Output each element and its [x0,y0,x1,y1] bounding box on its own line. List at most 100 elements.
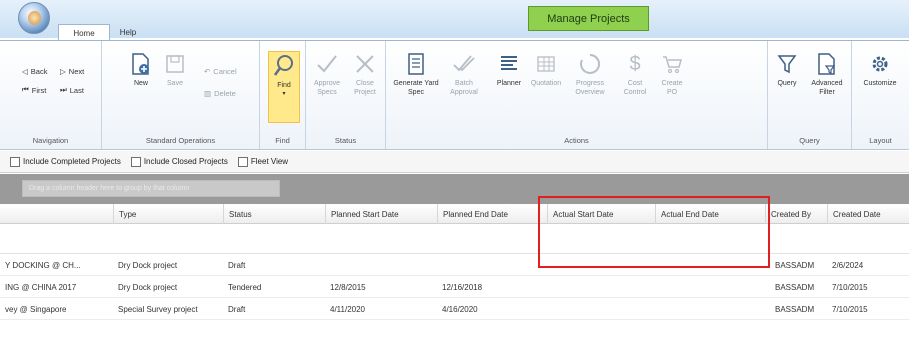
first-icon: ⏮ [22,85,29,94]
table-row[interactable]: ING @ CHINA 2017 Dry Dock project Tender… [0,276,909,298]
cell-created-by: BASSADM [775,304,815,314]
cell-actual-end [655,298,765,320]
status-group-label: Status [334,136,357,145]
fleet-view-checkbox[interactable] [237,156,248,167]
table-row[interactable]: vey @ Singapore Special Survey project D… [0,298,909,320]
cell-planned-start [325,254,437,276]
filter-row[interactable] [0,224,909,254]
standard-operations-group: New Save ↶ Cancel ▥ Delete Standard Operat… [102,41,260,149]
tab-home[interactable]: Home [58,24,110,41]
cell-status: Draft [228,260,246,270]
column-header-status[interactable]: Status [223,204,325,224]
delete-button[interactable]: ▥ Delete [204,89,236,98]
title-bar: Manage Projects Home Help [0,0,909,41]
save-icon [162,51,188,77]
last-button[interactable]: ⏭ Last [60,85,84,95]
cell-created-by: BASSADM [775,260,815,270]
batch-approval-button[interactable]: Batch Approval [444,51,484,97]
save-button[interactable]: Save [162,51,188,88]
layout-group: Customize Layout [852,41,909,149]
first-button[interactable]: ⏮ First [22,85,46,95]
gear-icon [867,51,893,77]
include-completed-option[interactable]: Include Completed Projects [10,156,121,167]
magnifier-icon [271,53,297,79]
cart-icon [659,51,685,77]
cell-planned-end [437,254,547,276]
planner-icon [496,51,522,77]
checkmark-icon [314,51,340,77]
actions-group: Generate Yard Spec Batch Approval Planne… [386,41,768,149]
cell-actual-end [655,276,765,298]
create-po-button[interactable]: Create PO [656,51,688,97]
options-bar: Include Completed Projects Include Close… [0,151,909,173]
chevron-down-icon: ▾ [282,91,286,97]
cell-name: Y DOCKING @ CH... [5,260,81,270]
tab-help[interactable]: Help [116,24,140,40]
window-title: Manage Projects [528,6,649,31]
generate-yard-spec-button[interactable]: Generate Yard Spec [392,51,440,97]
cell-created-date: 7/10/2015 [832,304,868,314]
cell-status: Draft [228,304,246,314]
cell-actual-start [547,276,655,298]
cell-created-by: BASSADM [775,282,815,292]
progress-overview-button[interactable]: Progress Overview [570,51,610,97]
planner-button[interactable]: Planner [494,51,524,88]
column-header-type[interactable]: Type [113,204,223,224]
cell-type: Dry Dock project [118,260,178,270]
progress-icon [577,51,603,77]
back-icon: ◁ [22,67,28,76]
cell-type: Special Survey project [118,304,198,314]
customize-button[interactable]: Customize [858,51,902,88]
advanced-filter-button[interactable]: Advanced Filter [806,51,848,97]
ribbon: ◁ Back ▷ Next ⏮ First ⏭ Last Navigation New … [0,40,909,150]
cell-planned-end: 12/16/2018 [442,282,483,292]
layout-group-label: Layout [869,136,892,145]
navigation-group-label: Navigation [32,136,69,145]
standard-operations-label: Standard Operations [145,136,216,145]
quotation-grid-icon [533,51,559,77]
cell-planned-start: 4/11/2020 [330,304,365,314]
group-by-panel[interactable]: Drag a column header here to group by th… [0,174,909,204]
quotation-button[interactable]: Quotation [528,51,564,88]
back-button[interactable]: ◁ Back [22,67,47,76]
query-button[interactable]: Query [772,51,802,88]
cell-name: vey @ Singapore [5,304,67,314]
include-completed-checkbox[interactable] [10,156,20,167]
column-header-planned-start[interactable]: Planned Start Date [325,204,437,224]
column-header-planned-end[interactable]: Planned End Date [437,204,547,224]
app-menu-icon[interactable] [18,2,50,34]
column-header-created-date[interactable]: Created Date [827,204,909,224]
cancel-button[interactable]: ↶ Cancel [204,67,237,76]
undo-icon: ↶ [204,67,211,76]
find-button-content[interactable]: Find ▾ [270,53,298,99]
delete-icon: ▥ [204,89,212,98]
next-button[interactable]: ▷ Next [60,67,84,76]
annotation-highlight [538,196,770,268]
new-document-icon [128,51,154,77]
table-row[interactable]: Y DOCKING @ CH... Dry Dock project Draft… [0,254,909,276]
close-project-button[interactable]: Close Project [348,51,382,97]
close-icon [352,51,378,77]
group-by-hint: Drag a column header here to group by th… [22,180,280,197]
cell-name: ING @ CHINA 2017 [5,282,77,292]
cell-planned-start: 12/8/2015 [330,282,366,292]
next-icon: ▷ [60,67,66,76]
query-group-label: Query [799,136,820,145]
grid-header: Type Status Planned Start Date Planned E… [0,204,909,224]
actions-group-label: Actions [564,136,589,145]
navigation-group: ◁ Back ▷ Next ⏮ First ⏭ Last Navigation [0,41,102,149]
document-icon [403,51,429,77]
dollar-icon: $ [629,52,641,75]
column-header-created-by[interactable]: Created By [765,204,827,224]
approve-specs-button[interactable]: Approve Specs [310,51,344,97]
include-closed-checkbox[interactable] [130,156,141,167]
cost-control-button[interactable]: $ Cost Control [618,51,652,97]
find-group-label: Find [275,136,290,145]
last-icon: ⏭ [60,85,67,94]
new-button[interactable]: New [128,51,154,88]
cell-type: Dry Dock project [118,282,178,292]
double-check-icon [451,51,477,77]
fleet-view-option[interactable]: Fleet View [237,156,288,167]
include-closed-option[interactable]: Include Closed Projects [130,156,228,167]
cell-created-date: 2/6/2024 [832,260,864,270]
